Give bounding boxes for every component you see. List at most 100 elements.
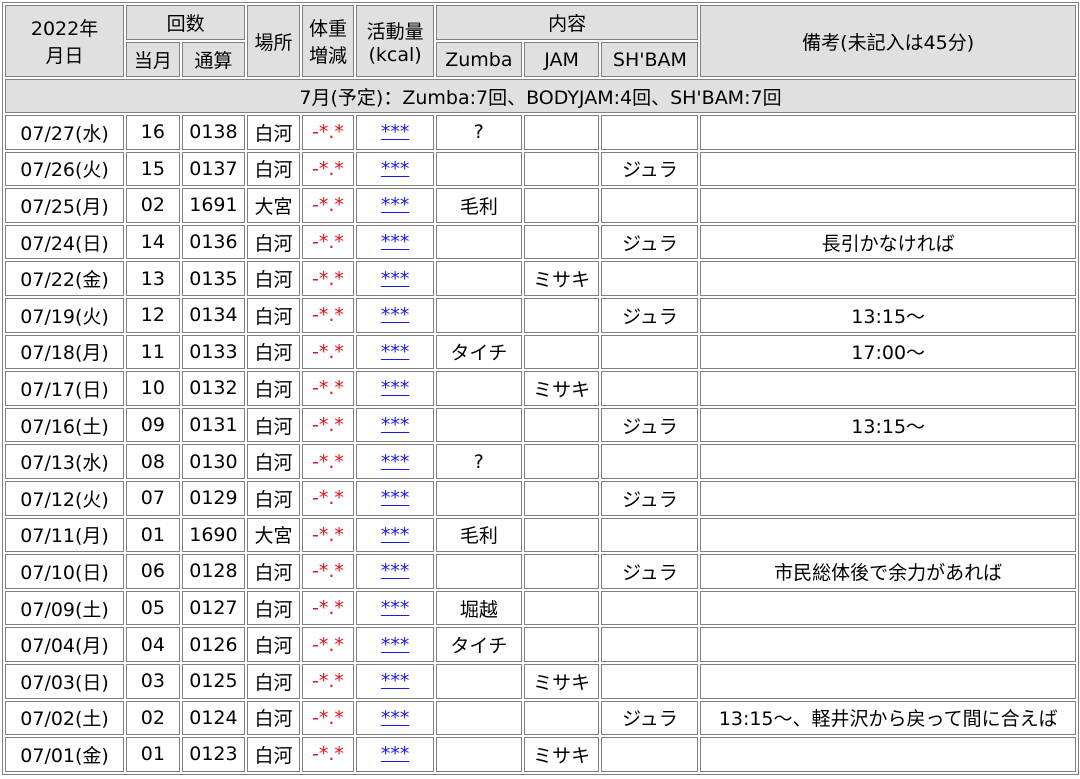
note-cell bbox=[700, 444, 1076, 479]
month-count-cell-text: 08 bbox=[140, 450, 165, 473]
table-row: 07/12(火) 07 0129 白河 -*.* *** ジュラ bbox=[5, 480, 1076, 516]
kcal-cell: *** bbox=[356, 188, 434, 223]
total-count-cell-text: 0136 bbox=[189, 231, 238, 254]
note-cell bbox=[700, 663, 1076, 699]
total-count-cell-text: 1690 bbox=[189, 523, 238, 546]
date-cell: 07/18(月) bbox=[5, 334, 125, 370]
place-cell: 白河 bbox=[247, 627, 300, 662]
kcal-link[interactable]: *** bbox=[381, 377, 410, 399]
date-header: 2022年 月日 bbox=[5, 5, 125, 77]
shbam-cell bbox=[601, 663, 699, 699]
note-cell-text: 13:15～ bbox=[851, 305, 926, 328]
zumba-cell: タイチ bbox=[435, 334, 522, 370]
month-count-cell: 02 bbox=[126, 188, 180, 223]
weight-change-cell-text: -*.* bbox=[312, 340, 344, 363]
zumba-cell: ? bbox=[435, 444, 522, 479]
kcal-cell: *** bbox=[356, 115, 434, 150]
place-cell-text: 大宮 bbox=[254, 195, 293, 218]
kcal-link[interactable]: *** bbox=[381, 341, 410, 363]
kcal-link[interactable]: *** bbox=[381, 487, 410, 509]
weight-change-cell-text: -*.* bbox=[312, 121, 344, 144]
zumba-cell: 毛利 bbox=[435, 517, 522, 553]
month-count-cell-text: 14 bbox=[140, 231, 165, 254]
zumba-cell-text: ? bbox=[473, 121, 484, 144]
total-count-cell-text: 1691 bbox=[189, 194, 238, 217]
kcal-link[interactable]: *** bbox=[381, 231, 410, 253]
weight-change-cell: -*.* bbox=[301, 737, 355, 772]
shbam-cell bbox=[601, 334, 699, 370]
kcal-link[interactable]: *** bbox=[381, 670, 410, 692]
total-count-cell: 0124 bbox=[181, 700, 246, 736]
month-count-cell-text: 02 bbox=[140, 706, 165, 729]
total-count-cell: 0129 bbox=[181, 480, 246, 516]
month-count-cell: 01 bbox=[126, 737, 180, 772]
table-row: 07/19(火) 12 0134 白河 -*.* *** ジュラ 13:15～ bbox=[5, 297, 1076, 333]
month-count-cell: 14 bbox=[126, 224, 180, 260]
date-cell: 07/02(土) bbox=[5, 700, 125, 736]
shbam-cell bbox=[601, 517, 699, 553]
kcal-link[interactable]: *** bbox=[381, 451, 410, 473]
table-row: 07/02(土) 02 0124 白河 -*.* *** ジュラ 13:15～、軽井沢から戻っ… bbox=[5, 700, 1076, 736]
note-cell bbox=[700, 188, 1076, 223]
shbam-cell: ジュラ bbox=[601, 224, 699, 260]
kcal-link[interactable]: *** bbox=[381, 158, 410, 180]
weight-change-cell: -*.* bbox=[301, 115, 355, 150]
note-cell: 市民総体後で余力があれば bbox=[700, 554, 1076, 589]
kcal-link[interactable]: *** bbox=[381, 194, 410, 216]
kcal-link[interactable]: *** bbox=[381, 524, 410, 546]
month-count-cell-text: 11 bbox=[140, 340, 165, 363]
shbam-cell-text: ジュラ bbox=[622, 415, 678, 438]
weight-change-cell-text: -*.* bbox=[312, 743, 344, 766]
kcal-link[interactable]: *** bbox=[381, 304, 410, 326]
table-row: 07/22(金) 13 0135 白河 -*.* *** ミサキ bbox=[5, 261, 1076, 296]
kcal-link[interactable]: *** bbox=[381, 414, 410, 436]
jam-cell-text: ミサキ bbox=[533, 378, 591, 401]
place-cell: 白河 bbox=[247, 590, 300, 626]
month-count-header: 当月 bbox=[126, 42, 180, 77]
place-cell-text: 大宮 bbox=[254, 525, 293, 548]
month-count-cell: 07 bbox=[126, 480, 180, 516]
shbam-cell: ジュラ bbox=[601, 151, 699, 187]
year-label: 2022年 bbox=[30, 18, 99, 40]
kcal-link[interactable]: *** bbox=[381, 634, 410, 656]
date-cell: 07/09(土) bbox=[5, 590, 125, 626]
date-cell: 07/17(日) bbox=[5, 371, 125, 406]
shbam-cell: ジュラ bbox=[601, 480, 699, 516]
shbam-cell: ジュラ bbox=[601, 700, 699, 736]
place-cell-text: 白河 bbox=[254, 122, 293, 145]
zumba-header: Zumba bbox=[435, 42, 522, 77]
weight-change-cell: -*.* bbox=[301, 517, 355, 553]
weight-change-cell-text: -*.* bbox=[312, 231, 344, 254]
kcal-link[interactable]: *** bbox=[381, 560, 410, 582]
jam-header: JAM bbox=[523, 42, 600, 77]
content-header: 内容 bbox=[435, 5, 699, 40]
place-cell: 白河 bbox=[247, 371, 300, 406]
month-count-cell-text: 09 bbox=[140, 414, 165, 437]
weight-change-cell: -*.* bbox=[301, 554, 355, 589]
kcal-link[interactable]: *** bbox=[381, 121, 410, 143]
month-count-cell: 10 bbox=[126, 371, 180, 406]
kcal-cell: *** bbox=[356, 663, 434, 699]
workout-log-table: 2022年 月日 回数 場所 体重 増減 活動量 (kcal) 内容 備考(未記… bbox=[2, 2, 1079, 775]
date-cell-text: 07/26(火) bbox=[20, 159, 109, 182]
place-cell: 白河 bbox=[247, 554, 300, 589]
kcal-cell: *** bbox=[356, 700, 434, 736]
place-cell-text: 白河 bbox=[254, 744, 293, 767]
note-cell: 長引かなければ bbox=[700, 224, 1076, 260]
kcal-cell: *** bbox=[356, 517, 434, 553]
zumba-cell-text: ? bbox=[473, 450, 484, 473]
note-cell bbox=[700, 737, 1076, 772]
kcal-link[interactable]: *** bbox=[381, 707, 410, 729]
place-cell: 白河 bbox=[247, 115, 300, 150]
kcal-link[interactable]: *** bbox=[381, 743, 410, 765]
weight-change-cell-text: -*.* bbox=[312, 304, 344, 327]
date-cell-text: 07/27(水) bbox=[20, 122, 109, 145]
table-row: 07/25(月) 02 1691 大宮 -*.* *** 毛利 bbox=[5, 188, 1076, 223]
total-count-cell-text: 0135 bbox=[189, 267, 238, 290]
kcal-link[interactable]: *** bbox=[381, 268, 410, 290]
note-cell bbox=[700, 151, 1076, 187]
total-count-cell-text: 0137 bbox=[189, 157, 238, 180]
date-cell-text: 07/13(水) bbox=[20, 452, 109, 475]
kcal-link[interactable]: *** bbox=[381, 597, 410, 619]
zumba-cell bbox=[435, 371, 522, 406]
